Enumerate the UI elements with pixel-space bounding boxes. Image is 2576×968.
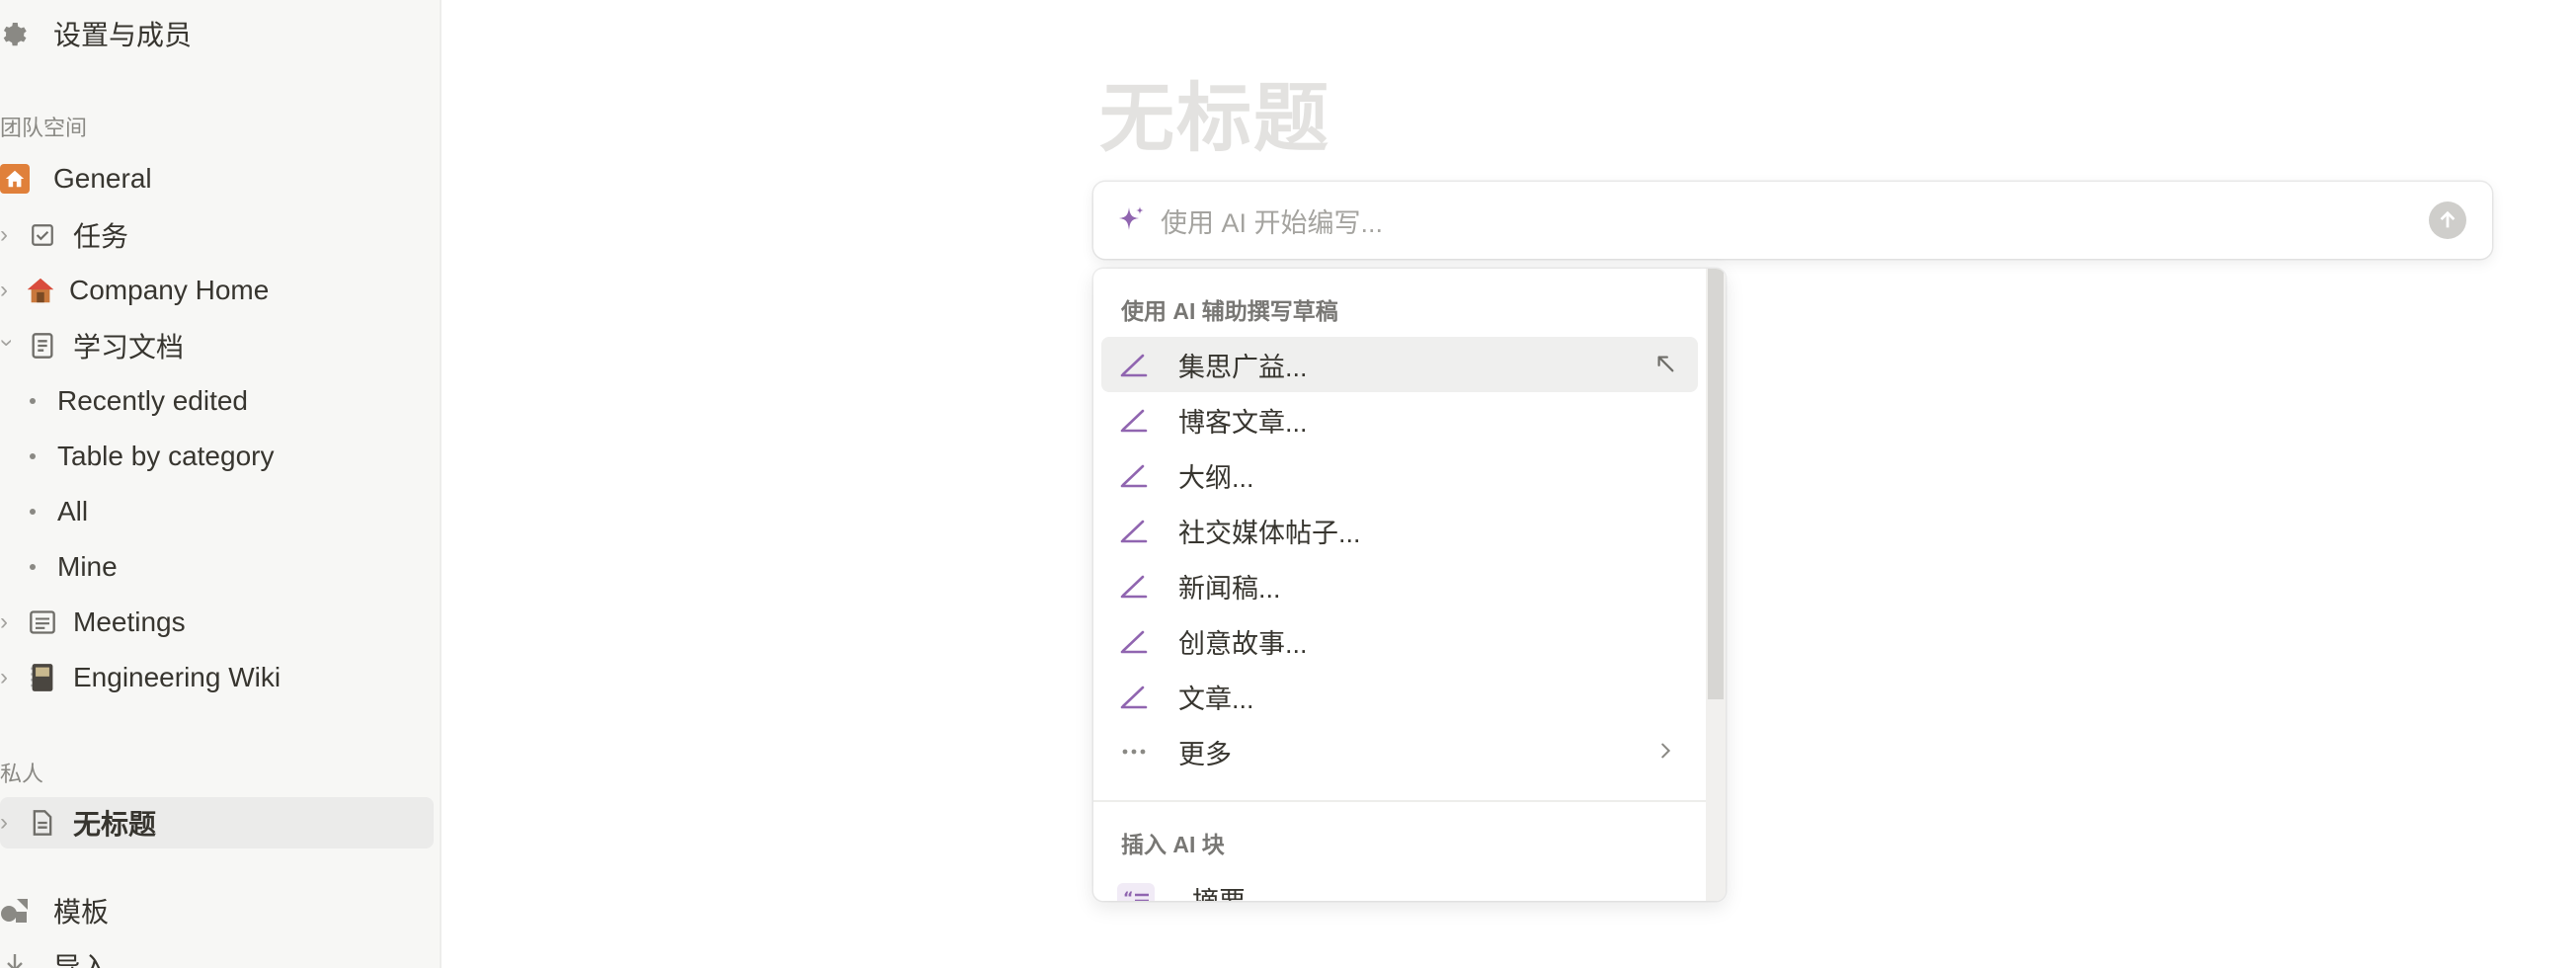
sidebar-item-general[interactable]: General [0,153,432,204]
ai-menu-item-essay[interactable]: 文章... [1101,669,1698,724]
checkbox-icon [28,220,57,250]
bullet-icon [30,564,36,570]
bullet-icon [30,453,36,459]
pen-icon [1120,464,1148,488]
sidebar-item-all[interactable]: All [0,486,432,537]
more-dots-icon [1122,749,1146,755]
ai-menu-item-label: 更多 [1178,739,1232,769]
sidebar-item-label: Mine [57,551,118,582]
ai-menu-item-label: 大纲... [1178,462,1254,493]
page-icon [28,808,57,838]
home-icon [0,164,30,194]
private-section-header: 私人 [0,762,44,786]
chevron-right-icon[interactable]: › [0,279,14,302]
sidebar-item-learning-docs[interactable]: › 学习文档 [0,320,432,371]
ai-menu-item-press-release[interactable]: 新闻稿... [1101,558,1698,613]
chevron-right-icon[interactable]: › [0,811,14,835]
sidebar-item-label: Table by category [57,441,275,471]
menu-scrollbar-thumb[interactable] [1708,269,1724,699]
chevron-right-icon[interactable]: › [0,666,14,689]
ai-prompt-input[interactable]: 使用 AI 开始编写... [1093,182,2492,259]
svg-text:“: “ [1123,888,1134,901]
teamspace-section-header: 团队空间 [0,116,88,140]
sidebar-item-table-by-category[interactable]: Table by category [0,431,432,482]
house-emoji-icon [26,276,55,305]
sidebar-item-label: 无标题 [73,809,157,840]
ai-menu-item-label: 博客文章... [1178,407,1308,438]
ai-menu-item-blog-post[interactable]: 博客文章... [1101,392,1698,447]
quote-list-icon: “ [1117,883,1155,901]
ai-menu-item-label: 集思广益... [1178,352,1308,382]
ai-menu-item-label: 摘要 [1192,880,1246,902]
sidebar-item-import[interactable]: 导入 [0,940,432,968]
page-title[interactable]: 无标题 [1099,57,1330,166]
pen-icon [1120,686,1148,709]
settings-members-item[interactable]: 设置与成员 [0,8,432,59]
submit-arrow-button[interactable] [2429,202,2466,239]
sidebar-item-untitled[interactable]: › 无标题 [0,797,434,848]
ai-suggestions-menu: 使用 AI 辅助撰写草稿 集思广益... 博客文章... 大纲... 社交媒体帖… [1093,269,1726,901]
sidebar-item-company-home[interactable]: › Company Home [0,265,432,316]
sidebar: 设置与成员 团队空间 General › 任务 › Company Home ›… [0,0,442,968]
draft-section-header: 使用 AI 辅助撰写草稿 [1121,298,1338,324]
sidebar-item-templates[interactable]: 模板 [0,885,432,936]
ai-menu-item-outline[interactable]: 大纲... [1101,447,1698,503]
insert-block-section-header: 插入 AI 块 [1121,832,1225,857]
arrow-up-icon [2440,210,2455,228]
ai-menu-item-label: 创意故事... [1178,628,1308,659]
menu-scrollbar[interactable] [1706,269,1726,901]
gear-icon [0,19,30,48]
sidebar-item-recently-edited[interactable]: Recently edited [0,375,432,427]
pen-icon [1120,520,1148,543]
bullet-icon [30,509,36,515]
pen-icon [1120,354,1148,377]
chevron-down-icon[interactable]: › [0,339,21,353]
ai-menu-item-creative-story[interactable]: 创意故事... [1101,613,1698,669]
bullet-icon [30,398,36,404]
ai-menu-item-social-post[interactable]: 社交媒体帖子... [1101,503,1698,558]
sidebar-item-label: Engineering Wiki [73,662,282,692]
chevron-right-icon [1661,743,1671,759]
ai-menu-item-label: 新闻稿... [1178,573,1281,604]
table-view-icon [28,607,57,637]
sidebar-item-tasks[interactable]: › 任务 [0,209,432,261]
pen-icon [1120,630,1148,654]
chevron-right-icon[interactable]: › [0,610,14,634]
import-icon [0,951,30,968]
ai-menu-item-summary[interactable]: “ 摘要 [1101,871,1698,901]
shapes-icon [0,896,30,926]
sidebar-item-label: All [57,496,89,526]
settings-members-label: 设置与成员 [53,20,193,50]
ai-sparkle-icon [1119,206,1144,230]
pen-icon [1120,575,1148,599]
sidebar-item-label: 导入 [53,952,110,968]
sidebar-item-label: General [53,163,152,194]
sidebar-item-label: 任务 [73,221,129,252]
sidebar-item-mine[interactable]: Mine [0,541,432,593]
ai-menu-item-label: 社交媒体帖子... [1178,518,1361,548]
enter-arrow-icon [1657,356,1674,372]
notebook-emoji-icon [28,663,57,692]
ai-menu-item-more[interactable]: 更多 [1101,724,1698,779]
sidebar-item-label: 学习文档 [73,332,185,363]
ai-menu-item-brainstorm[interactable]: 集思广益... [1101,337,1698,392]
sidebar-item-engineering-wiki[interactable]: › Engineering Wiki [0,652,432,703]
sidebar-item-meetings[interactable]: › Meetings [0,597,432,648]
sidebar-item-label: Company Home [69,275,270,305]
menu-divider [1093,800,1706,802]
sidebar-item-label: 模板 [53,897,110,928]
document-icon [28,331,57,361]
chevron-right-icon[interactable]: › [0,223,14,247]
pen-icon [1120,409,1148,433]
ai-prompt-placeholder: 使用 AI 开始编写... [1161,207,1384,238]
sidebar-item-label: Meetings [73,606,186,637]
sidebar-item-label: Recently edited [57,385,249,416]
ai-menu-item-label: 文章... [1178,684,1254,714]
